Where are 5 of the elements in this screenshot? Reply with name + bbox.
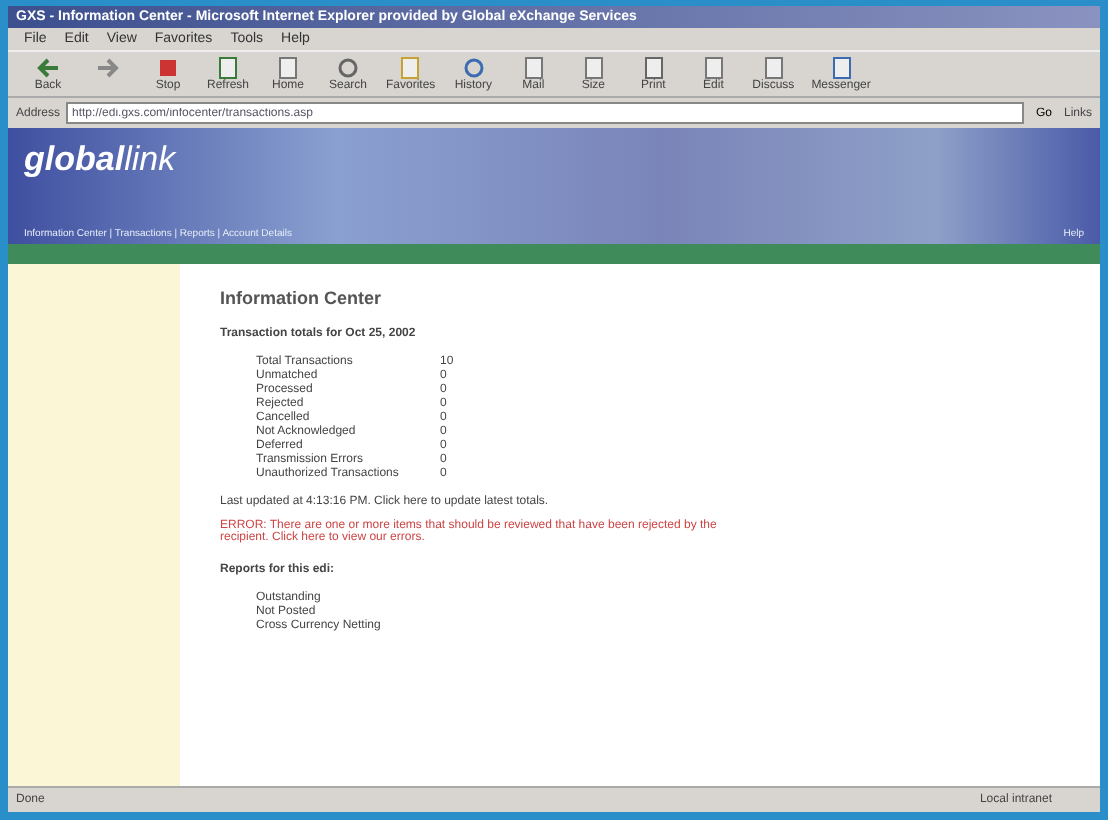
stop-icon: [156, 56, 180, 80]
page-heading: Information Center: [220, 288, 384, 308]
back-icon: [36, 56, 60, 80]
logo: globallink: [24, 140, 176, 180]
forward-icon: [96, 56, 120, 80]
